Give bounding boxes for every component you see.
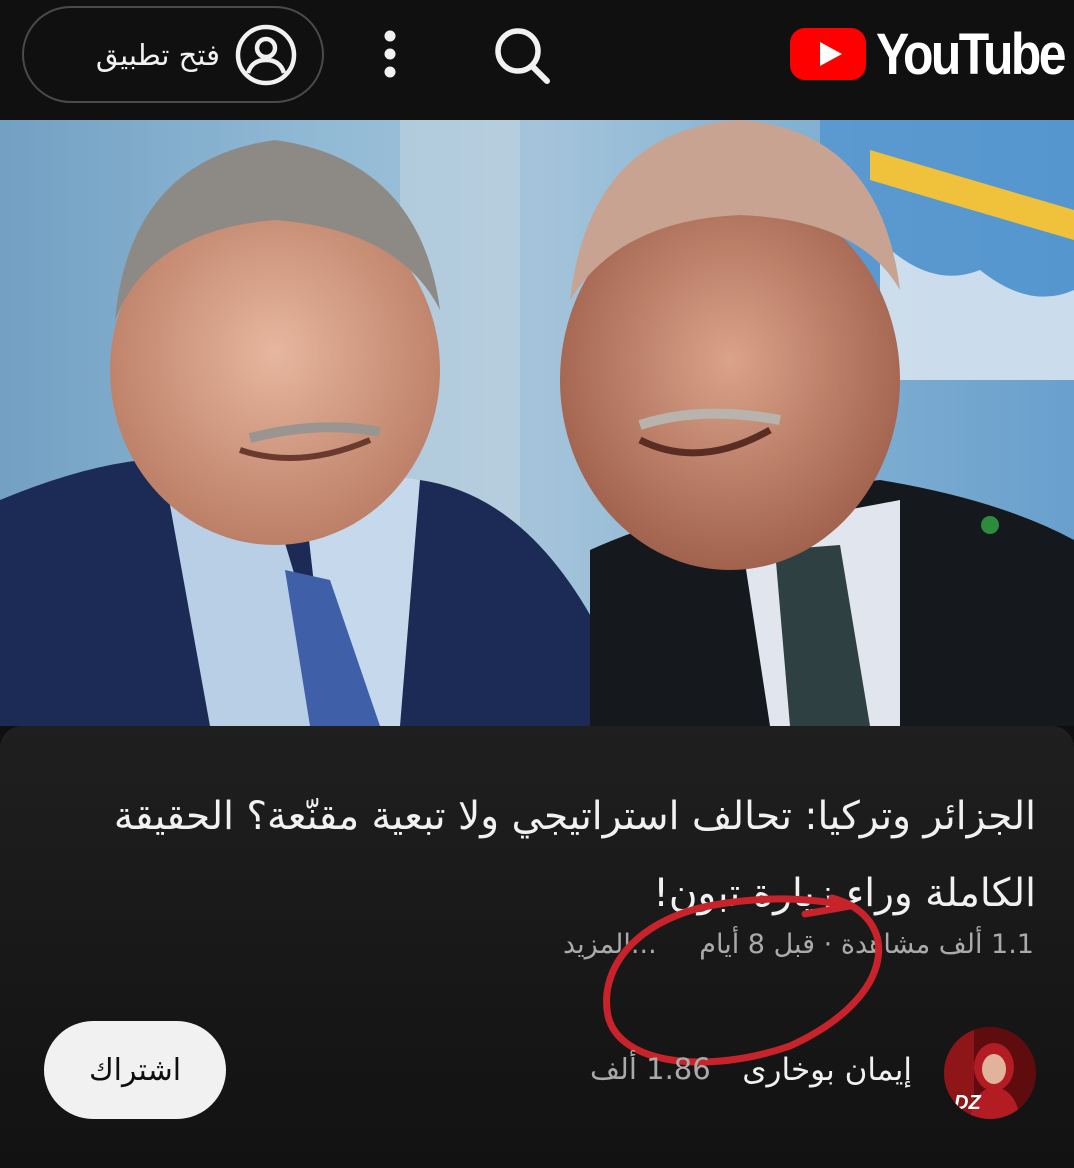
subscriber-count: 1.86 ألف [590, 1052, 711, 1086]
channel-row: DZ إيمان بوخارى 1.86 ألف اشتراك [0, 1021, 1074, 1121]
upload-age: قبل 8 أيام [699, 929, 816, 960]
channel-name[interactable]: إيمان بوخارى [742, 1052, 912, 1088]
youtube-wordmark: YouTube [876, 21, 1066, 87]
open-app-label: فتح تطبيق [95, 37, 220, 72]
video-info-card: الجزائر وتركيا: تحالف استراتيجي ولا تبعي… [0, 726, 1074, 1168]
thumbnail-image [0, 120, 1074, 726]
youtube-play-icon [790, 28, 866, 80]
view-count: 1.1 ألف مشاهدة [840, 929, 1034, 960]
avatar-image: DZ [944, 1027, 1036, 1119]
top-app-bar: فتح تطبيق YouTube [0, 0, 1074, 120]
youtube-mobile-watch-page: فتح تطبيق YouTube الجزائر وتركيا: تحالف … [0, 0, 1074, 1168]
video-title[interactable]: الجزائر وتركيا: تحالف استراتيجي ولا تبعي… [96, 778, 1036, 932]
open-app-button[interactable]: فتح تطبيق [22, 6, 324, 103]
subscribe-button[interactable]: اشتراك [44, 1021, 226, 1119]
more-link[interactable]: ...المزيد [563, 929, 657, 960]
search-icon[interactable] [490, 24, 556, 86]
video-meta[interactable]: 1.1 ألف مشاهدة · قبل 8 أيام ...المزيد [563, 929, 1034, 960]
video-thumbnail[interactable] [0, 120, 1074, 726]
account-circle-icon [235, 24, 297, 85]
more-vert-icon[interactable] [368, 28, 412, 80]
avatar-dz-text: DZ [954, 1092, 981, 1114]
youtube-logo[interactable]: YouTube [788, 21, 1074, 87]
meta-separator: · [823, 929, 833, 960]
channel-avatar[interactable]: DZ [944, 1027, 1036, 1119]
